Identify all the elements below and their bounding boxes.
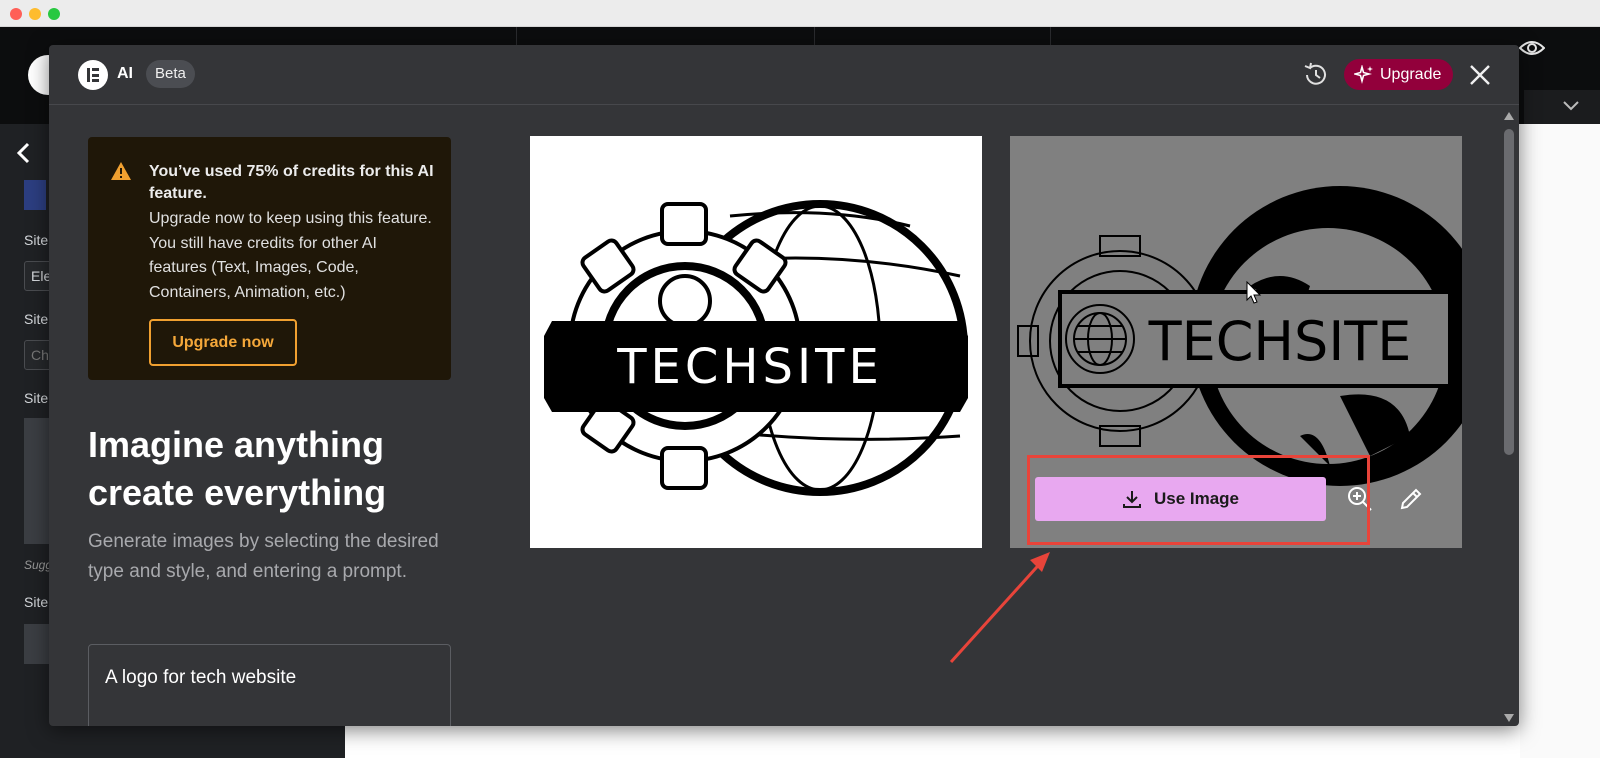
close-icon[interactable] [1467, 62, 1493, 88]
pencil-icon[interactable] [1398, 486, 1424, 512]
window-close-dot[interactable] [10, 8, 22, 20]
ai-modal: AI Beta Upgrade You’ve used 75% of credi… [49, 45, 1519, 726]
modal-title: AI [117, 65, 133, 82]
sidebar-label: Site [24, 311, 49, 327]
window-minimize-dot[interactable] [29, 8, 41, 20]
headline-line: create everything [88, 472, 387, 513]
window-titlebar [0, 0, 1600, 27]
scroll-up-arrow[interactable] [1504, 112, 1514, 120]
elementor-logo-icon [78, 60, 108, 90]
upgrade-button[interactable]: Upgrade [1344, 59, 1454, 90]
scroll-thumb[interactable] [1504, 129, 1514, 455]
modal-header: AI Beta Upgrade [49, 45, 1519, 105]
prompt-value: A logo for tech website [105, 667, 297, 688]
editor-canvas [1520, 124, 1600, 758]
highlight-box [1027, 455, 1370, 545]
prompt-input[interactable]: A logo for tech website [88, 644, 451, 726]
upgrade-now-button[interactable]: Upgrade now [149, 319, 297, 366]
result-image-1[interactable]: TECHSITE [530, 136, 982, 548]
eye-icon[interactable] [1519, 38, 1545, 58]
window-maximize-dot[interactable] [48, 8, 60, 20]
beta-badge: Beta [146, 60, 195, 88]
editor-dropdown[interactable] [1524, 90, 1600, 124]
chevron-down-icon [1563, 101, 1579, 111]
mouse-cursor [1246, 281, 1262, 304]
credits-body: Upgrade now to keep using this feature. … [149, 210, 432, 301]
sidebar-label: Site [24, 232, 49, 248]
warning-icon [111, 162, 131, 180]
sidebar-label: Sugg [24, 558, 53, 572]
intro-subtext: Generate images by selecting the desired… [88, 531, 439, 582]
headline-line: Imagine anything [88, 424, 385, 465]
logo-text: TECHSITE [1148, 310, 1412, 373]
sparkle-icon [1354, 64, 1373, 84]
chevron-left-icon[interactable] [16, 142, 32, 164]
upgrade-label: Upgrade [1380, 65, 1442, 83]
headline: Imagine anything create everything [88, 421, 488, 517]
credits-title: You’ve used 75% of credits for this AI f… [149, 163, 434, 202]
history-icon[interactable] [1302, 61, 1330, 89]
logo-text: TECHSITE [616, 339, 883, 395]
sidebar-label: Site [24, 594, 49, 610]
credits-warning: You’ve used 75% of credits for this AI f… [88, 137, 451, 380]
scroll-down-arrow[interactable] [1504, 714, 1514, 722]
sidebar-label: Site [24, 390, 49, 406]
modal-scrollbar[interactable] [1500, 107, 1518, 726]
